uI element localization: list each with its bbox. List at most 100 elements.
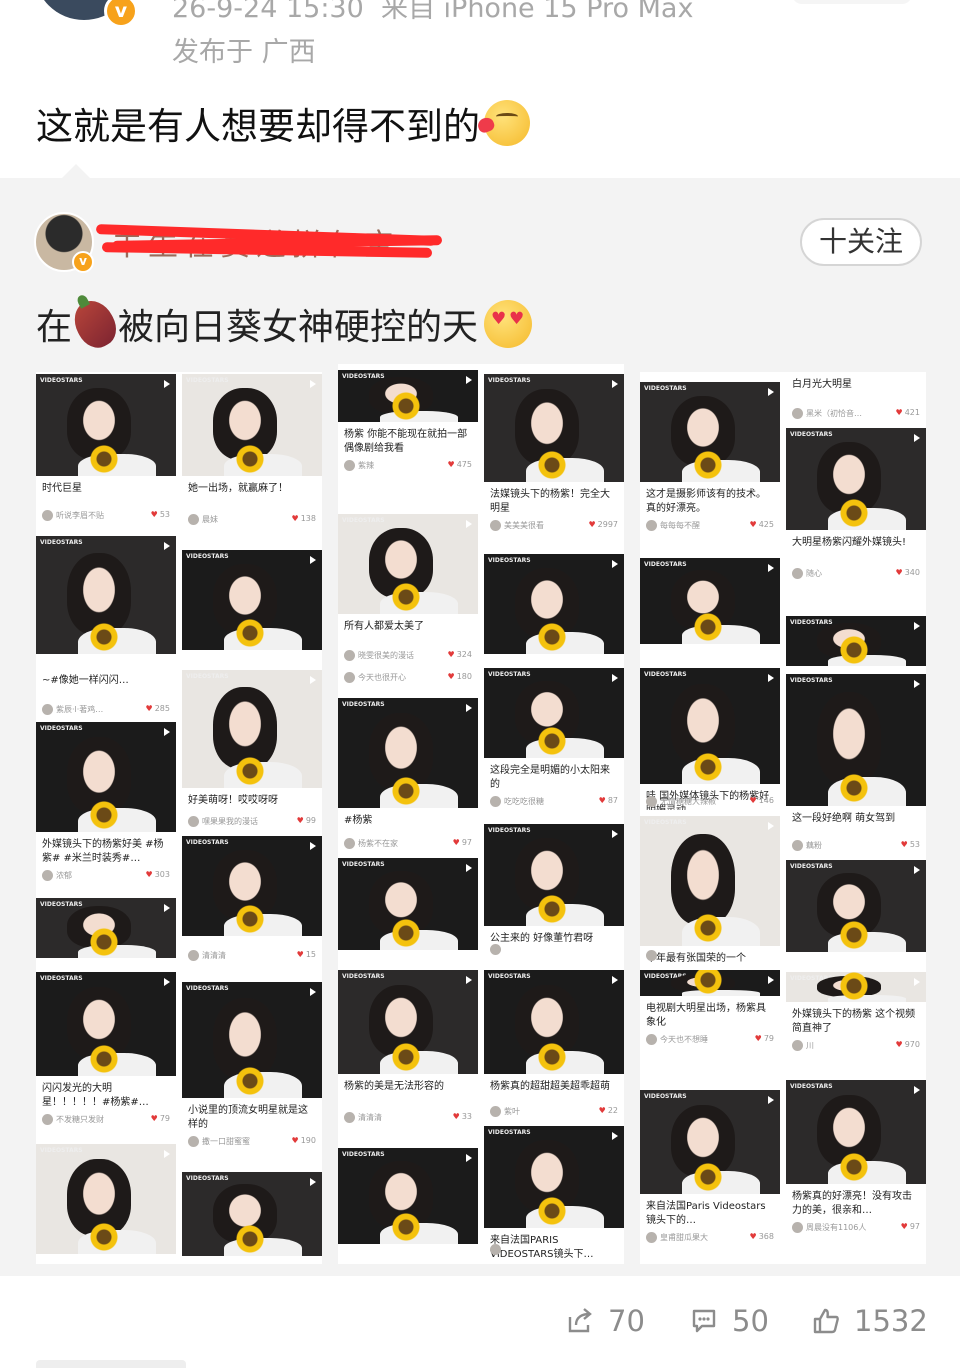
feed-tile[interactable]: VIDEOSTARS [36, 1144, 176, 1262]
video-thumbnail[interactable]: VIDEOSTARS [640, 668, 780, 784]
feed-tile[interactable]: VIDEOSTARS 来自法国Paris Videostars镜头下的… 皇甫甜瓜果… [640, 1090, 780, 1264]
tile-like-count[interactable]: 53 [151, 510, 170, 519]
tile-like-count[interactable]: 97 [453, 838, 472, 847]
feed-tile[interactable]: VIDEOSTARS [36, 898, 176, 968]
video-thumbnail[interactable]: VIDEOSTARS [182, 670, 322, 788]
video-thumbnail[interactable]: VIDEOSTARS [640, 558, 780, 644]
feed-tile[interactable]: VIDEOSTARS #杨紫杨紫不在家 97 [338, 698, 478, 852]
video-thumbnail[interactable]: VIDEOSTARS [484, 554, 624, 654]
comment-button[interactable]: 50 [690, 1304, 769, 1338]
video-thumbnail[interactable]: VIDEOSTARS [484, 970, 624, 1074]
feed-tile[interactable]: VIDEOSTARS 大明星杨紫闪耀外媒镜头! 随心 340 [786, 428, 926, 612]
feed-tile[interactable]: VIDEOSTARS 小说里的顶流女明星就是这样的撒一口甜蜜蜜 190 [182, 982, 322, 1164]
video-thumbnail[interactable]: VIDEOSTARS [640, 816, 780, 946]
tile-like-count[interactable]: 97 [901, 1222, 920, 1231]
tile-like-count[interactable]: 368 [750, 1232, 774, 1241]
feed-tile[interactable]: VIDEOSTARS 外媒镜头下的杨紫好美 #杨紫# #米兰时装秀#… 浓郁 303 [36, 722, 176, 892]
share-button[interactable]: 70 [566, 1304, 645, 1338]
feed-tile[interactable]: VIDEOSTARS 这段完全是明媚的小太阳来的吃吃吃很糖 87 [484, 668, 624, 818]
tile-like-count[interactable]: 15 [297, 950, 316, 959]
video-thumbnail[interactable]: VIDEOSTARS [640, 1090, 780, 1194]
tile-like-count[interactable]: 87 [599, 796, 618, 805]
tile-like-count[interactable]: 79 [151, 1114, 170, 1123]
feed-tile[interactable]: VIDEOSTARS [786, 860, 926, 960]
feed-tile[interactable]: VIDEOSTARS [338, 1148, 478, 1256]
video-thumbnail[interactable]: VIDEOSTARS [338, 698, 478, 808]
tile-like-count[interactable]: 324 [448, 650, 472, 659]
video-thumbnail[interactable]: VIDEOSTARS [182, 836, 322, 936]
tile-like-count[interactable]: 99 [297, 816, 316, 825]
feed-tile[interactable]: VIDEOSTARS 时代巨星听说李眉不贴 53 [36, 374, 176, 524]
video-thumbnail[interactable]: VIDEOSTARS [484, 374, 624, 482]
tile-like-count[interactable]: 33 [453, 1112, 472, 1121]
tile-like-count[interactable]: 425 [750, 520, 774, 529]
feed-tile[interactable]: VIDEOSTARS 电视剧大明星出场，杨紫具象化今天也不想睡 79 [640, 970, 780, 1080]
video-thumbnail[interactable]: VIDEOSTARS [338, 1148, 478, 1244]
video-thumbnail[interactable]: VIDEOSTARS [338, 858, 478, 950]
reposted-card[interactable]: v 羊生在赛道拼仨宝 十关注 在 被向日葵女神硬控的天 VIDEOSTARS时代… [0, 178, 960, 1276]
tile-like-count[interactable]: 22 [599, 1106, 618, 1115]
feed-tile[interactable]: VIDEOSTARS 来自法国PARIS VIDEOSTARS镜头下… [484, 1126, 624, 1258]
video-thumbnail[interactable]: VIDEOSTARS [786, 1080, 926, 1184]
video-thumbnail[interactable]: VIDEOSTARS [484, 668, 624, 758]
feed-tile[interactable]: VIDEOSTARS [640, 558, 780, 662]
feed-tile[interactable]: VIDEOSTARS 杨紫真的超甜超美超乖超萌紫叶 22 [484, 970, 624, 1120]
feed-tile[interactable]: VIDEOSTARS 清清清 15 [182, 836, 322, 964]
video-thumbnail[interactable]: VIDEOSTARS [484, 824, 624, 926]
feed-tile[interactable]: VIDEOSTARS 这一段好绝啊 萌女驾到藕粉 53 [786, 674, 926, 854]
tile-like-count[interactable]: 2997 [588, 520, 618, 529]
tile-like-count[interactable]: 421 [896, 408, 920, 417]
feed-tile[interactable]: VIDEOSTARS [786, 616, 926, 672]
feed-tile[interactable]: 白月光大明星黑米（初恰音… 421 [786, 374, 926, 422]
tile-like-count[interactable]: 138 [292, 514, 316, 523]
tile-like-count[interactable]: 340 [896, 568, 920, 577]
video-thumbnail[interactable]: VIDEOSTARS [640, 970, 780, 996]
video-thumbnail[interactable]: VIDEOSTARS [786, 616, 926, 666]
feed-tile[interactable]: VIDEOSTARS 外媒镜头下的杨紫 这个视频简直神了川 970 [786, 972, 926, 1072]
video-thumbnail[interactable]: VIDEOSTARS [182, 982, 322, 1098]
tile-like-count[interactable]: 285 [146, 704, 170, 713]
video-thumbnail[interactable]: VIDEOSTARS [182, 1172, 322, 1256]
tile-like-count[interactable]: 180 [448, 672, 472, 681]
feed-tile[interactable]: 今天也很开心 180 [338, 666, 478, 686]
video-thumbnail[interactable]: VIDEOSTARS [36, 898, 176, 958]
feed-tile[interactable]: VIDEOSTARS [182, 1172, 322, 1264]
screenshot-collage[interactable]: VIDEOSTARS 时代巨星听说李眉不贴 53 VIDEOSTARS 她一出场，就赢麻… [36, 372, 926, 1264]
video-thumbnail[interactable]: VIDEOSTARS [36, 1144, 176, 1254]
video-thumbnail[interactable]: VIDEOSTARS [786, 972, 926, 1002]
feed-tile[interactable]: VIDEOSTARS 杨紫 你能不能现在就拍一部偶像剧给我看紫辣 475 [338, 370, 478, 500]
tile-like-count[interactable]: 146 [750, 796, 774, 805]
tile-like-count[interactable]: 970 [896, 1040, 920, 1049]
feed-tile[interactable]: VIDEOSTARS [338, 858, 478, 960]
feed-tile[interactable]: VIDEOSTARS [484, 554, 624, 664]
video-thumbnail[interactable]: VIDEOSTARS [36, 972, 176, 1076]
tile-like-count[interactable]: 53 [901, 840, 920, 849]
video-thumbnail[interactable]: VIDEOSTARS [36, 536, 176, 654]
feed-tile[interactable]: VIDEOSTARS [36, 536, 176, 666]
feed-tile[interactable]: VIDEOSTARS 这才是摄影师该有的技术。真的好漂亮。每每每不醒 425 [640, 382, 780, 554]
video-thumbnail[interactable]: VIDEOSTARS [786, 674, 926, 806]
feed-tile[interactable]: VIDEOSTARS 她一出场，就赢麻了！ 晨妹 138 [182, 374, 322, 536]
video-thumbnail[interactable]: VIDEOSTARS [484, 1126, 624, 1228]
feed-tile[interactable]: VIDEOSTARS 好美萌呀！哎哎呀呀嘿果果我的漫话 99 [182, 670, 322, 830]
video-thumbnail[interactable]: VIDEOSTARS [338, 970, 478, 1074]
feed-tile[interactable]: VIDEOSTARS 闪闪发光的大明星！！！！！#杨紫#… 不发糖只发财 79 [36, 972, 176, 1140]
like-button[interactable]: 1532 [812, 1304, 928, 1338]
feed-tile[interactable]: VIDEOSTARS 今年最有张国荣的一个 [640, 816, 780, 964]
tile-like-count[interactable]: 303 [146, 870, 170, 879]
tile-like-count[interactable]: 475 [448, 460, 472, 469]
feed-tile[interactable]: VIDEOSTARS 所有人都爱太美了晓雯很美的漫话 324 [338, 514, 478, 664]
tile-like-count[interactable]: 190 [292, 1136, 316, 1145]
video-thumbnail[interactable]: VIDEOSTARS [786, 860, 926, 952]
feed-tile[interactable]: VIDEOSTARS [182, 550, 322, 662]
video-thumbnail[interactable]: VIDEOSTARS [338, 370, 478, 422]
video-thumbnail[interactable]: VIDEOSTARS [786, 428, 926, 530]
follow-button[interactable]: 十关注 [800, 218, 922, 266]
top-follow-button-stub[interactable] [792, 0, 912, 4]
feed-tile[interactable]: ~#像她一样闪闪…紫辰·l·著鸡…285 [36, 670, 176, 718]
feed-tile[interactable]: VIDEOSTARS哇 国外媒体镜头下的杨紫好明媚灵动无情糖糖大辣椒146 [640, 668, 780, 810]
feed-tile[interactable]: VIDEOSTARS 公主来的 好像董竹君呀 [484, 824, 624, 958]
video-thumbnail[interactable]: VIDEOSTARS [36, 722, 176, 832]
video-thumbnail[interactable]: VIDEOSTARS [36, 374, 176, 476]
feed-tile[interactable]: VIDEOSTARS 法媒镜头下的杨紫！完全大明星美美美很看 2997 [484, 374, 624, 540]
